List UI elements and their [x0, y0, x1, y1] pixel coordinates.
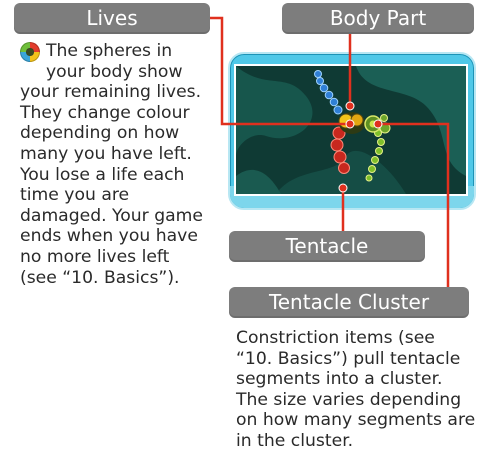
lives-label: Lives: [14, 3, 210, 34]
tentacle-label: Tentacle: [229, 231, 425, 262]
lives-description: The spheres in your body show your remai…: [20, 41, 206, 288]
lives-sphere-icon: [20, 42, 40, 62]
game-screenshot: [236, 66, 466, 194]
body-part-label: Body Part: [282, 3, 474, 34]
game-scene: [236, 66, 466, 194]
body-part: [338, 112, 365, 134]
tentacle-cluster-description: Constriction items (see “10. Basics”) pu…: [236, 328, 476, 451]
tentacle-cluster-label: Tentacle Cluster: [229, 287, 469, 318]
tentacle-cluster: [364, 114, 391, 134]
lives-description-text: The spheres in your body show your remai…: [20, 41, 203, 288]
